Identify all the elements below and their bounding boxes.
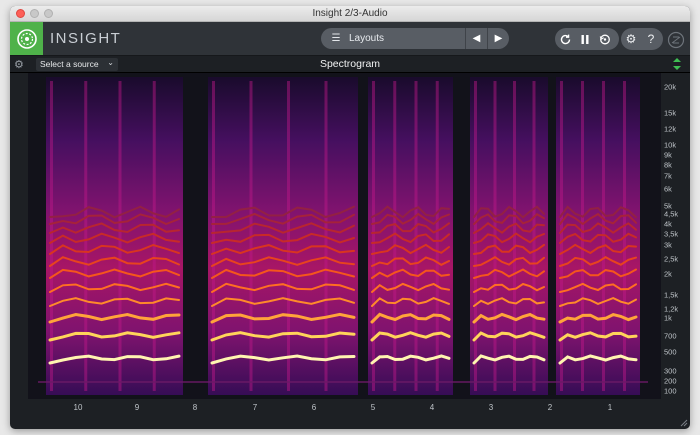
- onset-streak: [372, 81, 375, 391]
- spectral-burst: [208, 77, 358, 395]
- time-tick-label: 9: [134, 403, 140, 412]
- help-button[interactable]: ?: [641, 28, 661, 50]
- onset-streak: [118, 81, 122, 391]
- onset-streak: [50, 81, 53, 391]
- gear-icon: ⚙: [14, 58, 24, 71]
- time-tick-label: 5: [370, 403, 376, 412]
- triangle-left-icon: ◀: [472, 33, 481, 44]
- app-header: INSIGHT ☰ Layouts ◀ ▶ ⚙ ?: [10, 22, 690, 56]
- frequency-axis: 20k 15k 12k 10k 9k 8k 7k 6k 5k 4,5k 4k 3,5k 3k 2,5k 2k…: [661, 73, 690, 399]
- time-tick-label: 10: [73, 403, 83, 412]
- resize-grip-icon[interactable]: [679, 418, 688, 427]
- frequency-tick-label: 1,2k: [664, 304, 679, 314]
- layouts-control: ☰ Layouts ◀ ▶: [321, 28, 509, 49]
- frequency-tick-label: 2,5k: [664, 254, 679, 264]
- frequency-tick-label: 4,5k: [664, 209, 679, 219]
- frequency-tick-label: 4k: [664, 219, 672, 229]
- frequency-tick-label: 9k: [664, 150, 672, 160]
- izotope-logo-icon: [667, 31, 685, 49]
- spectrogram-image: [38, 77, 648, 395]
- frequency-tick-label: 500: [664, 347, 677, 357]
- layouts-dropdown[interactable]: Layouts: [349, 33, 465, 44]
- settings-button[interactable]: ⚙: [621, 28, 641, 50]
- window-title: Insight 2/3-Audio: [312, 8, 388, 19]
- frequency-tick-label: 300: [664, 366, 677, 376]
- onset-streak: [474, 81, 477, 391]
- transport-controls: [555, 28, 619, 50]
- frequency-tick-label: 20k: [664, 82, 677, 92]
- onset-streak: [212, 81, 215, 391]
- onset-streak: [84, 81, 88, 391]
- spectral-burst: [46, 77, 183, 395]
- chevron-down-icon: ⌄: [107, 57, 114, 67]
- help-icon: ?: [647, 32, 655, 46]
- triangle-right-icon: ▶: [494, 33, 503, 44]
- frequency-tick-label: 7k: [664, 171, 672, 181]
- list-icon[interactable]: ☰: [326, 33, 346, 44]
- time-tick-label: 8: [192, 403, 198, 412]
- frequency-tick-label: 700: [664, 331, 677, 341]
- app-name: INSIGHT: [50, 30, 122, 47]
- time-tick-label: 7: [252, 403, 258, 412]
- onset-streak: [287, 81, 290, 391]
- frequency-tick-label: 12k: [664, 124, 677, 134]
- app-window: Insight 2/3-Audio INSIGHT ☰ Layouts ◀ ▶: [10, 6, 690, 429]
- spectrogram-plot[interactable]: [28, 73, 661, 399]
- frequency-tick-label: 15k: [664, 108, 677, 118]
- gear-icon: ⚙: [625, 32, 637, 46]
- time-tick-label: 4: [429, 403, 435, 412]
- onset-streak: [435, 81, 439, 391]
- title-bar: Insight 2/3-Audio: [10, 6, 690, 22]
- frequency-tick-label: 8k: [664, 160, 672, 170]
- onset-streak: [581, 81, 584, 391]
- insight-logo-icon: [10, 22, 43, 55]
- low-frequency-line: [38, 381, 648, 383]
- source-select-value: Select a source: [40, 59, 99, 69]
- reset-icon: [599, 34, 610, 44]
- frequency-tick-label: 6k: [664, 184, 672, 194]
- time-axis: 10 9 8 7 6 5 4 3 2 1: [28, 399, 661, 421]
- time-tick-label: 3: [488, 403, 494, 412]
- time-tick-label: 1: [607, 403, 613, 412]
- frequency-tick-label: 1k: [664, 313, 672, 323]
- onset-streak: [393, 81, 397, 391]
- frequency-tick-label: 1,5k: [664, 290, 679, 300]
- loop-icon: [560, 34, 570, 44]
- onset-streak: [560, 81, 563, 391]
- previous-layout-button[interactable]: ◀: [465, 28, 487, 49]
- time-tick-label: 2: [547, 403, 553, 412]
- pause-icon: [581, 34, 589, 44]
- next-layout-button[interactable]: ▶: [487, 28, 509, 49]
- pause-button[interactable]: [575, 28, 595, 50]
- panel-settings-button[interactable]: ⚙: [14, 58, 28, 71]
- frequency-tick-label: 10k: [664, 140, 677, 150]
- frequency-tick-label: 3,5k: [664, 229, 679, 239]
- frequency-tick-label: 100: [664, 386, 677, 396]
- panel-toolbar: ⚙ Select a source ⌄ Spectrogram: [10, 56, 690, 73]
- frequency-tick-label: 3k: [664, 240, 672, 250]
- onset-streak: [532, 81, 536, 391]
- reset-button[interactable]: [595, 28, 615, 50]
- frequency-tick-label: 200: [664, 376, 677, 386]
- frequency-tick-label: 2k: [664, 269, 672, 279]
- options-controls: ⚙ ?: [621, 28, 663, 50]
- loop-button[interactable]: [555, 28, 575, 50]
- onset-streak: [152, 81, 156, 391]
- detach-pin-icon[interactable]: [672, 58, 682, 70]
- source-select[interactable]: Select a source ⌄: [36, 57, 118, 71]
- time-tick-label: 6: [311, 403, 317, 412]
- spectral-burst: [368, 77, 453, 395]
